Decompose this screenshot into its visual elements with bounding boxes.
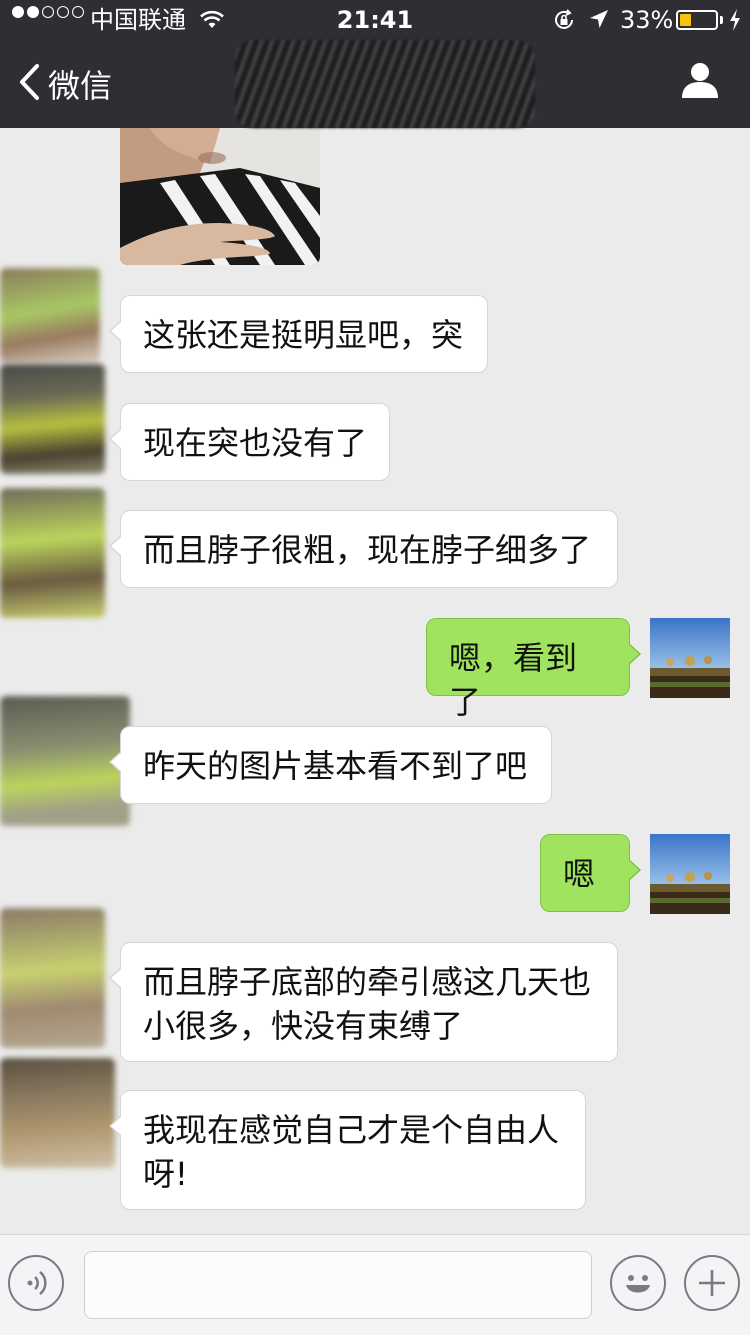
person-icon bbox=[680, 63, 720, 104]
nav-bar: 微信 bbox=[0, 40, 750, 128]
chevron-left-icon bbox=[18, 63, 40, 105]
back-label: 微信 bbox=[48, 67, 113, 105]
emoji-icon bbox=[612, 1275, 664, 1313]
chat-area[interactable]: 这张还是挺明显吧，突 现在突也没有了 而且脖子很粗，现在脖子细多了 嗯，看到了 … bbox=[0, 128, 750, 1234]
location-arrow-icon bbox=[588, 8, 610, 36]
message-bubble-outgoing[interactable]: 嗯，看到了 bbox=[426, 618, 641, 721]
top-bar: 中国联通 21:41 33% 微信 bbox=[0, 0, 750, 128]
contact-avatar[interactable] bbox=[0, 1058, 115, 1168]
battery-level-fill bbox=[680, 14, 691, 26]
voice-input-button[interactable] bbox=[8, 1255, 64, 1311]
contact-avatar[interactable] bbox=[0, 908, 105, 1048]
chat-info-button[interactable] bbox=[680, 60, 720, 104]
voice-icon bbox=[10, 1271, 62, 1313]
more-options-button[interactable] bbox=[684, 1255, 740, 1311]
message-bubble-incoming[interactable]: 而且脖子很粗，现在脖子细多了 bbox=[109, 510, 618, 588]
my-avatar[interactable] bbox=[650, 618, 730, 698]
plus-icon bbox=[686, 1270, 738, 1313]
contact-avatar[interactable] bbox=[0, 268, 100, 363]
message-bubble-incoming[interactable]: 昨天的图片基本看不到了吧 bbox=[109, 726, 552, 804]
battery-percent: 33% bbox=[620, 6, 674, 34]
my-avatar[interactable] bbox=[650, 834, 730, 914]
message-bubble-incoming[interactable]: 现在突也没有了 bbox=[109, 403, 390, 481]
input-bar bbox=[0, 1234, 750, 1335]
charging-bolt-icon bbox=[728, 8, 742, 38]
rotation-lock-icon bbox=[552, 8, 576, 38]
contact-avatar[interactable] bbox=[0, 364, 105, 474]
message-bubble-incoming[interactable]: 我现在感觉自己才是个自由人呀! bbox=[109, 1090, 586, 1210]
back-button[interactable]: 微信 bbox=[18, 62, 112, 106]
status-bar: 中国联通 21:41 33% bbox=[0, 0, 750, 40]
battery-terminal bbox=[720, 16, 723, 24]
message-bubble-outgoing[interactable]: 嗯 bbox=[540, 834, 641, 912]
contact-avatar[interactable] bbox=[0, 488, 105, 618]
contact-name-redacted bbox=[235, 40, 535, 128]
message-bubble-incoming[interactable]: 这张还是挺明显吧，突 bbox=[109, 295, 488, 373]
battery-icon bbox=[676, 10, 718, 30]
message-input[interactable] bbox=[84, 1251, 592, 1319]
image-message[interactable] bbox=[120, 128, 320, 265]
message-bubble-incoming[interactable]: 而且脖子底部的牵引感这几天也小很多，快没有束缚了 bbox=[109, 942, 618, 1062]
emoji-button[interactable] bbox=[610, 1255, 666, 1311]
